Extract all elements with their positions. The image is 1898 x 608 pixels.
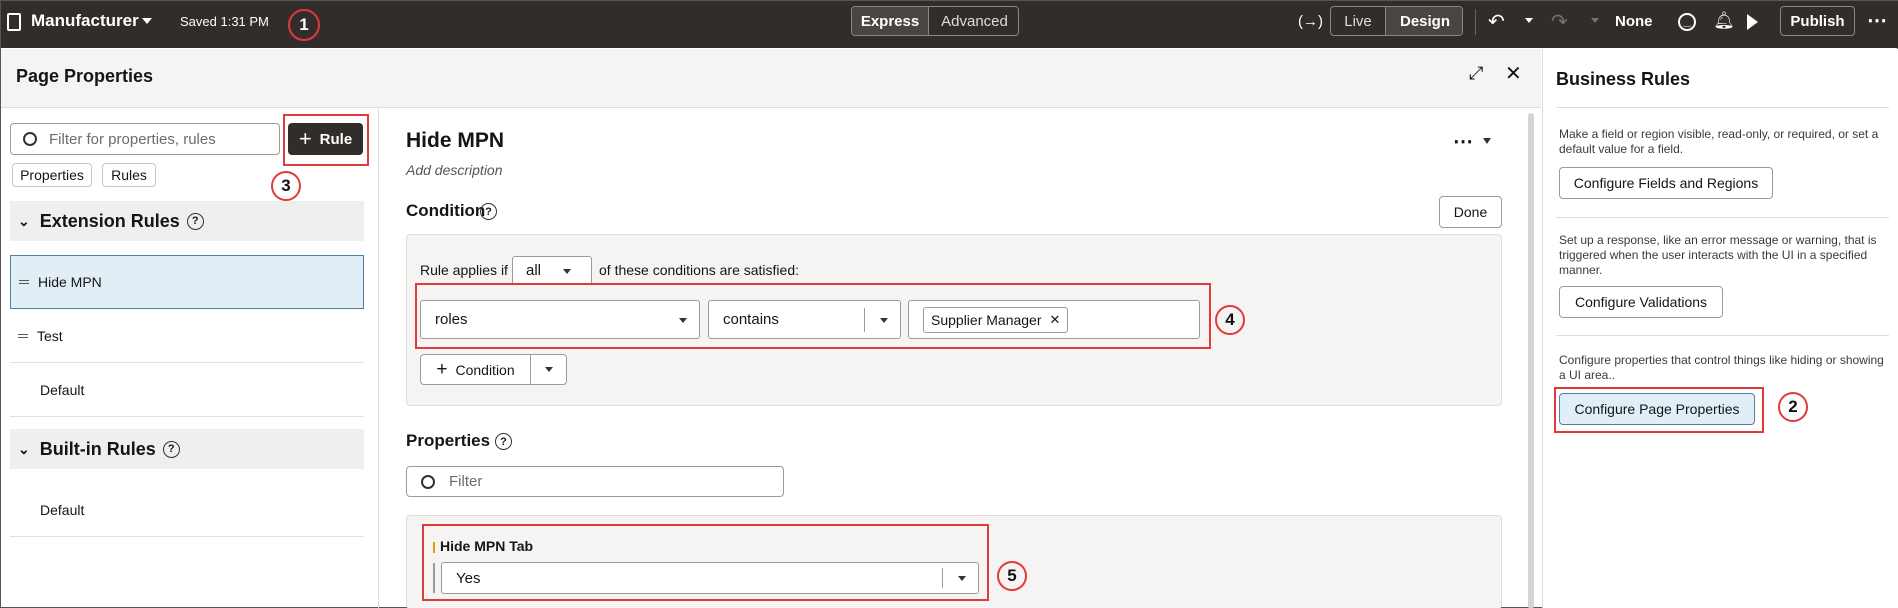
rule-menu-chevron-icon[interactable] xyxy=(1483,138,1491,144)
view-live-button[interactable]: Live xyxy=(1331,7,1386,35)
rule-item-label: Test xyxy=(37,327,63,344)
extension-rules-title: Extension Rules xyxy=(39,210,180,231)
builtin-rules-title: Built-in Rules xyxy=(39,438,156,459)
divider xyxy=(1556,217,1889,218)
help-icon[interactable]: ? xyxy=(162,440,180,458)
business-rules-panel: Business Rules Make a field or region vi… xyxy=(1542,49,1898,608)
rules-filter-input[interactable]: Filter for properties, rules xyxy=(10,123,280,155)
close-icon[interactable]: ✕ xyxy=(1505,61,1522,86)
view-toggle: Live Design xyxy=(1330,6,1463,36)
mode-advanced-button[interactable]: Advanced xyxy=(929,7,1018,35)
page-properties-header: Page Properties ⤢ ✕ xyxy=(1,49,1541,107)
highlight-box-4 xyxy=(415,283,1211,349)
callout-4: 4 xyxy=(1215,305,1245,335)
header-divider xyxy=(1,107,1541,108)
chevron-down-icon xyxy=(544,367,553,372)
view-design-button[interactable]: Design xyxy=(1386,7,1462,35)
more-options-icon[interactable]: ⋯ xyxy=(1867,8,1887,33)
rule-title: Hide MPN xyxy=(406,129,505,152)
rule-item-label: Default xyxy=(40,501,85,518)
add-condition-label: Condition xyxy=(455,361,515,378)
fields-regions-description: Make a field or region visible, read-onl… xyxy=(1559,127,1879,156)
help-icon[interactable]: ? xyxy=(186,212,204,230)
add-condition-menu-button[interactable] xyxy=(530,354,567,385)
highlight-box-3 xyxy=(283,114,369,166)
drag-handle-icon[interactable] xyxy=(18,333,28,338)
validations-description: Set up a response, like an error message… xyxy=(1559,233,1877,277)
match-value: all xyxy=(526,262,542,279)
divider xyxy=(1556,335,1889,336)
rule-description[interactable]: Add description xyxy=(406,162,503,178)
search-icon xyxy=(23,132,37,146)
highlight-box-5 xyxy=(422,524,989,601)
condition-title: Condition xyxy=(406,201,486,220)
rule-item-hide-mpn[interactable]: Hide MPN xyxy=(10,255,364,309)
top-bar: Manufacturer Saved 1:31 PM Express Advan… xyxy=(1,1,1898,48)
rule-item-default[interactable]: Default xyxy=(10,363,364,417)
mode-toggle: Express Advanced xyxy=(851,6,1019,36)
divider xyxy=(1556,107,1889,108)
callout-2: 2 xyxy=(1778,392,1808,422)
properties-filter-placeholder: Filter xyxy=(449,473,483,490)
properties-help-icon[interactable]: ? xyxy=(495,433,512,450)
publish-button[interactable]: Publish xyxy=(1780,6,1855,36)
left-panel-divider xyxy=(378,108,379,608)
none-label[interactable]: None xyxy=(1615,13,1653,30)
done-button[interactable]: Done xyxy=(1439,196,1502,228)
redo-icon: ↷ xyxy=(1551,11,1568,33)
tab-properties[interactable]: Properties xyxy=(12,163,92,187)
configure-validations-button[interactable]: Configure Validations xyxy=(1559,286,1723,318)
document-icon xyxy=(7,13,21,31)
add-condition-button[interactable]: + Condition xyxy=(420,354,531,385)
chevron-down-icon: ⌄ xyxy=(18,440,30,457)
builtin-rules-header[interactable]: ⌄ Built-in Rules ? xyxy=(10,429,364,469)
undo-menu-chevron-icon[interactable] xyxy=(1525,18,1533,23)
condition-help-icon[interactable]: ? xyxy=(480,203,497,220)
mode-express-button[interactable]: Express xyxy=(852,7,929,35)
match-select[interactable]: all xyxy=(512,256,592,285)
rule-item-label: Default xyxy=(40,381,85,398)
code-toggle-icon[interactable]: (→) xyxy=(1298,13,1323,30)
highlight-box-2 xyxy=(1554,387,1764,433)
page-properties-description: Configure properties that control things… xyxy=(1559,353,1884,382)
configure-fields-regions-button[interactable]: Configure Fields and Regions xyxy=(1559,167,1773,199)
callout-1: 1 xyxy=(288,9,320,41)
page-properties-title: Page Properties xyxy=(16,66,154,86)
expand-icon[interactable]: ⤢ xyxy=(1469,63,1483,84)
center-scrollbar[interactable] xyxy=(1528,113,1534,608)
rule-item-test[interactable]: Test xyxy=(10,309,364,363)
rule-more-icon[interactable]: ⋯ xyxy=(1453,129,1473,154)
properties-filter-input[interactable]: Filter xyxy=(406,466,784,497)
callout-3: 3 xyxy=(271,171,301,201)
saved-status: Saved 1:31 PM xyxy=(180,14,269,29)
business-rules-title: Business Rules xyxy=(1556,69,1691,89)
properties-title: Properties xyxy=(406,431,491,450)
play-icon[interactable] xyxy=(1747,14,1758,30)
smiley-icon[interactable]: ‿ xyxy=(1678,13,1696,31)
plus-icon: + xyxy=(436,358,448,380)
chevron-down-icon xyxy=(563,269,571,274)
chevron-down-icon[interactable] xyxy=(142,18,152,24)
chevron-down-icon: ⌄ xyxy=(18,212,30,229)
rule-applies-suffix: of these conditions are satisfied: xyxy=(599,262,800,278)
extension-rules-header[interactable]: ⌄ Extension Rules ? xyxy=(10,201,364,241)
rule-item-label: Hide MPN xyxy=(38,274,102,290)
undo-icon[interactable]: ↶ xyxy=(1488,9,1505,34)
rule-applies-prefix: Rule applies if xyxy=(420,262,508,278)
callout-5: 5 xyxy=(997,561,1027,591)
app-title[interactable]: Manufacturer xyxy=(31,11,139,31)
rules-filter-placeholder: Filter for properties, rules xyxy=(49,130,216,148)
redo-menu-chevron-icon xyxy=(1591,18,1599,23)
divider xyxy=(1475,9,1476,35)
bell-icon[interactable]: 🔔︎ xyxy=(1713,9,1735,33)
search-icon xyxy=(421,474,435,489)
drag-handle-icon[interactable] xyxy=(19,280,29,284)
builtin-rule-item-default[interactable]: Default xyxy=(10,483,364,537)
tab-rules[interactable]: Rules xyxy=(102,163,156,187)
